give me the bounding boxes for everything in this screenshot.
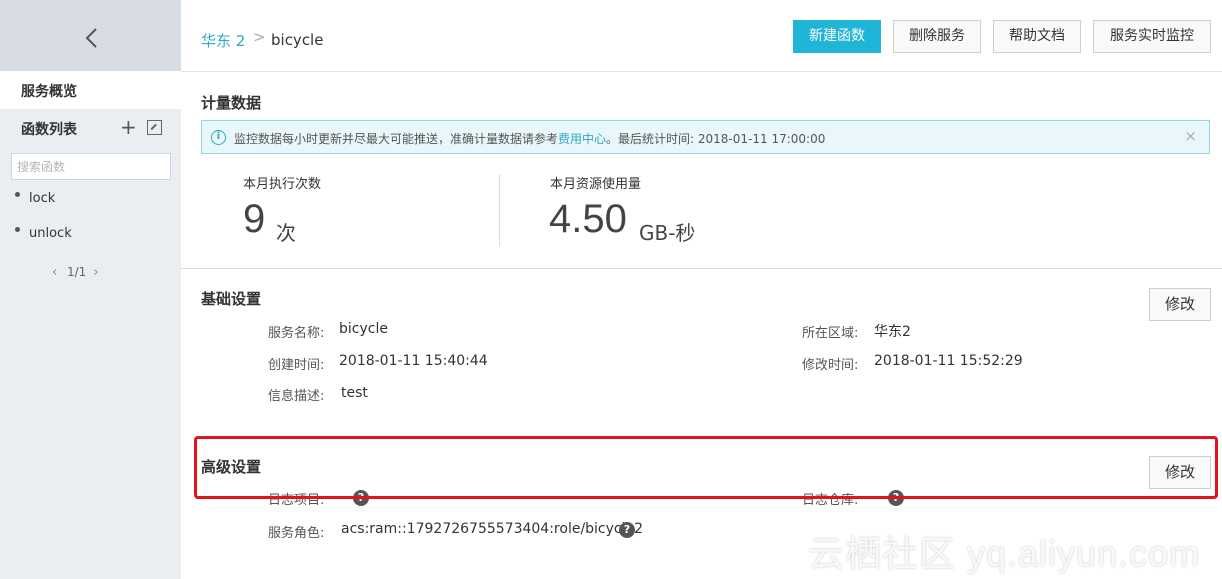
sidebar-item-overview-label: 服务概览 (21, 84, 77, 100)
function-item-label: lock (29, 191, 56, 206)
resource-label: 本月资源使用量 (550, 177, 642, 192)
region-value: 华东2 (874, 324, 911, 340)
sidebar-header (0, 0, 181, 71)
expand-icon[interactable] (147, 120, 162, 135)
role-value: acs:ram::1792726755573404:role/bicycle2 (341, 521, 644, 537)
prev-page-icon[interactable]: ‹ (52, 265, 60, 280)
realtime-monitor-button[interactable]: 服务实时监控 (1093, 20, 1211, 53)
function-list-heading: 函数列表 (21, 122, 77, 138)
app-root: 服务概览 函数列表 + lock unlock ‹ 1/1 › 华东 2 > bic… (0, 0, 1222, 579)
notice-banner: i 监控数据每小时更新并尽最大可能推送，准确计量数据请参考费用中心。最后统计时间… (201, 120, 1210, 154)
watermark: 云栖社区 yq.aliyun.com (808, 533, 1201, 574)
new-function-button[interactable]: 新建函数 (793, 20, 881, 53)
stat-divider (499, 174, 500, 246)
executions-unit: 次 (276, 221, 296, 245)
region-label: 所在区域: (802, 326, 859, 341)
chevron-left-icon[interactable] (82, 26, 102, 50)
description-value: test (341, 385, 368, 401)
metering-title: 计量数据 (201, 94, 262, 112)
description-label: 信息描述: (268, 389, 325, 404)
sidebar: 服务概览 函数列表 + lock unlock ‹ 1/1 › (0, 0, 181, 579)
executions-label: 本月执行次数 (243, 177, 322, 192)
breadcrumb-region[interactable]: 华东 2 (201, 30, 245, 51)
header: 华东 2 > bicycle 新建函数 删除服务 帮助文档 服务实时监控 (181, 0, 1222, 72)
modified-label: 修改时间: (802, 358, 859, 373)
help-docs-button[interactable]: 帮助文档 (993, 20, 1081, 53)
basic-edit-button[interactable]: 修改 (1149, 288, 1211, 321)
page-indicator: 1/1 (67, 265, 87, 279)
created-value: 2018-01-11 15:40:44 (339, 353, 488, 369)
breadcrumb-service: bicycle (271, 31, 324, 49)
billing-center-link[interactable]: 费用中心 (558, 132, 606, 146)
role-label: 服务角色: (268, 526, 325, 541)
notice-suffix: 。最后统计时间: 2018-01-11 17:00:00 (606, 132, 826, 146)
service-name-label: 服务名称: (268, 326, 325, 341)
sidebar-item-overview[interactable]: 服务概览 (0, 71, 181, 109)
notice-prefix: 监控数据每小时更新并尽最大可能推送，准确计量数据请参考 (234, 132, 559, 146)
function-item-label: unlock (29, 226, 72, 241)
close-icon[interactable]: × (1184, 127, 1197, 145)
breadcrumb-separator: > (253, 28, 266, 46)
function-item-unlock[interactable]: unlock (15, 226, 72, 241)
function-item-lock[interactable]: lock (15, 191, 55, 206)
help-icon[interactable]: ? (619, 522, 635, 538)
resource-value: 4.50 (549, 197, 627, 241)
created-label: 创建时间: (268, 358, 325, 373)
next-page-icon[interactable]: › (93, 265, 101, 280)
basic-settings-title: 基础设置 (201, 290, 262, 308)
modified-value: 2018-01-11 15:52:29 (874, 353, 1023, 369)
plus-icon[interactable]: + (120, 117, 137, 137)
info-icon: i (211, 130, 226, 145)
delete-service-button[interactable]: 删除服务 (893, 20, 981, 53)
executions-value: 9 (243, 197, 266, 241)
service-name-value: bicycle (339, 321, 388, 337)
search-input[interactable] (11, 153, 171, 180)
resource-unit: GB-秒 (639, 221, 696, 245)
notice-text: 监控数据每小时更新并尽最大可能推送，准确计量数据请参考费用中心。最后统计时间: … (234, 130, 825, 147)
highlight-box (194, 436, 1218, 499)
pagination: ‹ 1/1 › (52, 265, 101, 280)
bullet-icon (15, 227, 20, 232)
bullet-icon (15, 192, 20, 197)
section-divider (181, 268, 1222, 269)
